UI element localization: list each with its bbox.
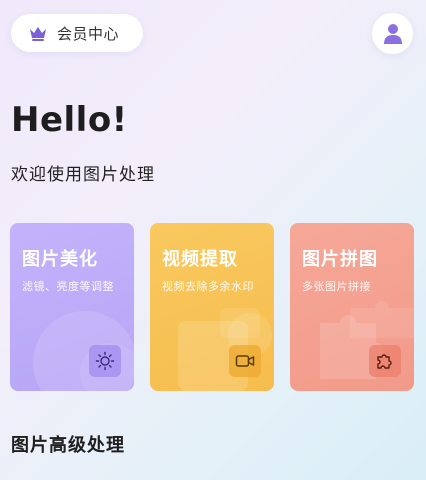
- video-camera-icon: [235, 351, 255, 371]
- advanced-section-title: 图片高级处理: [11, 435, 125, 456]
- puzzle-icon: [375, 351, 395, 371]
- hello-heading: Hello!: [11, 100, 128, 140]
- brightness-icon: [95, 351, 115, 371]
- card-title: 图片拼图: [302, 249, 378, 270]
- welcome-text: 欢迎使用图片处理: [11, 165, 155, 185]
- member-center-label: 会员中心: [57, 24, 120, 43]
- card-title: 视频提取: [162, 249, 238, 270]
- card-image-collage[interactable]: 图片拼图 多张图片拼接: [290, 223, 414, 391]
- user-icon: [383, 23, 403, 45]
- crown-icon: [29, 25, 47, 41]
- avatar-button[interactable]: [372, 13, 413, 54]
- card-icon-button[interactable]: [89, 345, 121, 377]
- card-icon-button[interactable]: [369, 345, 401, 377]
- card-subtitle: 视频去除多余水印: [162, 280, 254, 293]
- card-video-extract[interactable]: 视频提取 视频去除多余水印: [150, 223, 274, 391]
- card-image-beautify[interactable]: 图片美化 滤镜、亮度等调整: [10, 223, 134, 391]
- member-center-button[interactable]: 会员中心: [11, 14, 143, 52]
- card-title: 图片美化: [22, 249, 98, 270]
- card-subtitle: 多张图片拼接: [302, 280, 371, 293]
- card-subtitle: 滤镜、亮度等调整: [22, 280, 114, 293]
- card-icon-button[interactable]: [229, 345, 261, 377]
